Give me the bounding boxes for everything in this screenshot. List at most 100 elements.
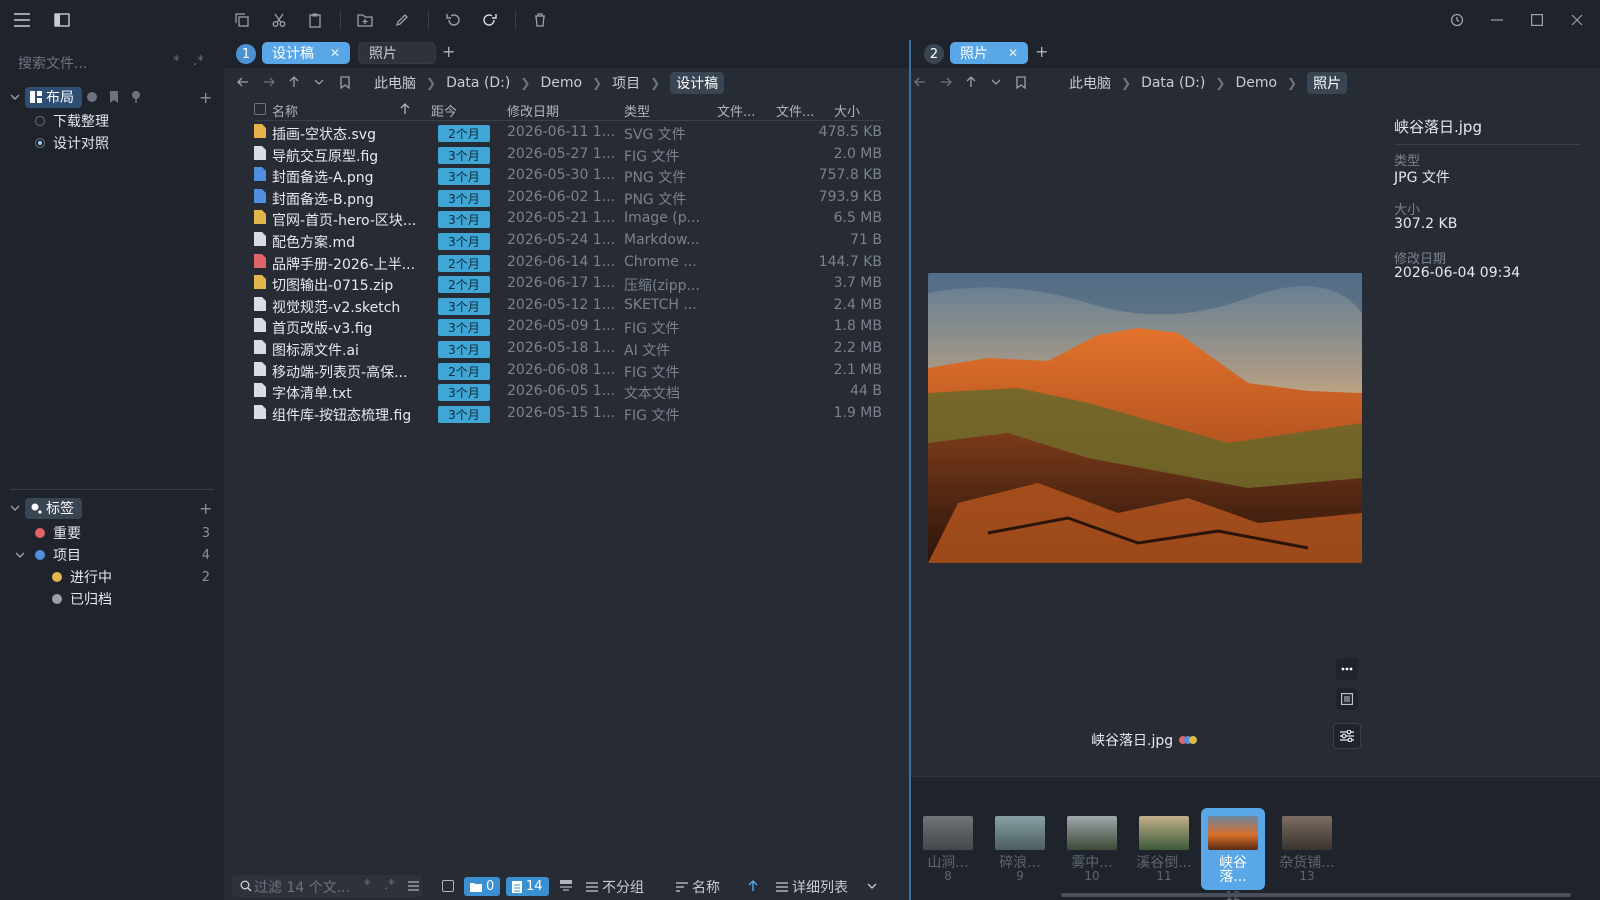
pin-icon[interactable] — [131, 91, 141, 103]
file-row[interactable]: 品牌手册-2026-上半... 2个月 2026-06-14 1... Chrome … — [224, 252, 909, 274]
tag-item[interactable]: 项目 4 — [0, 544, 224, 566]
delete-icon[interactable] — [530, 10, 550, 30]
tag-item[interactable]: 重要 3 — [0, 522, 224, 544]
layout-item[interactable]: 下载整理 — [0, 110, 224, 132]
more-options-icon[interactable] — [1336, 658, 1358, 680]
recent-icon[interactable] — [86, 91, 98, 103]
chevron-down-icon[interactable] — [867, 882, 877, 890]
history-icon[interactable] — [1447, 10, 1467, 30]
file-count-chip[interactable]: 14 — [506, 877, 549, 896]
select-toggle-checkbox[interactable] — [442, 880, 454, 892]
file-row[interactable]: 封面备选-B.png 3个月 2026-06-02 1... PNG 文件 793.9 … — [224, 187, 909, 209]
view-mode-button[interactable]: 详细列表 — [776, 877, 848, 897]
details-panel-icon[interactable] — [1336, 688, 1358, 710]
tag-item[interactable]: 进行中 2 — [0, 566, 224, 588]
file-row[interactable]: 首页改版-v3.fig 3个月 2026-05-09 1... FIG 文件 1.8 M… — [224, 316, 909, 338]
cut-icon[interactable] — [269, 10, 289, 30]
thumbnail-item[interactable]: 峡谷落...12 — [1201, 808, 1265, 900]
breadcrumb-current[interactable]: 照片 — [1307, 72, 1348, 94]
close-tab-icon[interactable]: ✕ — [1008, 46, 1018, 60]
redo-icon[interactable] — [480, 10, 500, 30]
bookmark-icon[interactable] — [109, 91, 119, 103]
panel-toggle-icon[interactable] — [560, 880, 572, 891]
thumbnail-item[interactable]: 山涧... 8 — [916, 816, 980, 882]
file-row[interactable]: 视觉规范-v2.sketch 3个月 2026-05-12 1... SKETCH .… — [224, 295, 909, 317]
breadcrumb-item[interactable]: Demo — [540, 75, 582, 91]
close-window-icon[interactable] — [1567, 10, 1587, 30]
bookmark-icon[interactable] — [336, 73, 354, 91]
back-icon[interactable] — [911, 73, 929, 91]
file-row[interactable]: 封面备选-A.png 3个月 2026-05-30 1... PNG 文件 757.8 … — [224, 165, 909, 187]
new-tab-icon[interactable]: + — [442, 42, 455, 61]
minimize-icon[interactable] — [1487, 10, 1507, 30]
maximize-icon[interactable] — [1527, 10, 1547, 30]
chevron-down-icon[interactable] — [15, 550, 25, 560]
layout-chip[interactable]: 布局 — [25, 86, 82, 108]
layout-item[interactable]: 设计对照 — [0, 132, 224, 154]
tags-chip[interactable]: 标签 — [25, 497, 82, 519]
column-header-type[interactable]: 类型 — [624, 101, 650, 120]
select-all-checkbox[interactable] — [254, 103, 266, 115]
file-row[interactable]: 导航交互原型.fig 3个月 2026-05-27 1... FIG 文件 2.0 MB — [224, 144, 909, 166]
filter-regex-toggle[interactable]: .* — [384, 878, 395, 893]
breadcrumb-item[interactable]: 此电脑 — [1069, 73, 1111, 93]
add-tag-icon[interactable]: + — [199, 499, 212, 518]
adjustments-icon[interactable] — [1333, 723, 1361, 749]
thumbnail-item[interactable]: 溪谷倒... 11 — [1132, 816, 1196, 882]
file-row[interactable]: 切图输出-0715.zip 2个月 2026-06-17 1... 压缩(zipp..… — [224, 273, 909, 295]
thumbnail-item[interactable]: 杂货铺... 13 — [1275, 816, 1339, 882]
breadcrumb-item[interactable]: 项目 — [612, 73, 640, 93]
filter-wildcard-toggle[interactable]: * — [364, 878, 371, 893]
breadcrumb-item[interactable]: Data (D:) — [1141, 75, 1205, 91]
group-by-button[interactable]: 不分组 — [586, 877, 644, 897]
forward-icon[interactable] — [937, 73, 955, 91]
rename-icon[interactable] — [392, 10, 412, 30]
column-header-size[interactable]: 大小 — [834, 101, 860, 120]
undo-icon[interactable] — [443, 10, 463, 30]
bookmark-icon[interactable] — [1012, 73, 1030, 91]
copy-icon[interactable] — [232, 10, 252, 30]
file-row[interactable]: 字体清单.txt 3个月 2026-06-05 1... 文本文档 44 B — [224, 381, 909, 403]
tab-photos[interactable]: 照片 — [358, 42, 436, 64]
chevron-down-icon[interactable] — [10, 503, 20, 513]
toggle-sidebar-icon[interactable] — [52, 10, 72, 30]
tags-section-header[interactable]: 标签 + — [0, 497, 224, 519]
close-tab-icon[interactable]: ✕ — [330, 46, 340, 60]
file-row[interactable]: 移动端-列表页-高保... 2个月 2026-06-08 1... FIG 文件 2.1… — [224, 360, 909, 382]
paste-icon[interactable] — [305, 10, 325, 30]
tab-design[interactable]: 设计稿 ✕ — [262, 42, 350, 64]
new-folder-icon[interactable] — [355, 10, 375, 30]
search-wildcard-toggle[interactable]: * — [173, 54, 180, 69]
column-header-file-a[interactable]: 文件... — [717, 101, 755, 120]
column-header-file-b[interactable]: 文件... — [776, 101, 814, 120]
tag-item[interactable]: 已归档 — [0, 588, 224, 610]
forward-icon[interactable] — [260, 73, 278, 91]
thumbnail-item[interactable]: 雾中... 10 — [1060, 816, 1124, 882]
layout-section-header[interactable]: 布局 + — [0, 86, 224, 108]
search-regex-toggle[interactable]: .* — [193, 54, 204, 69]
file-row[interactable]: 组件库-按钮态梳理.fig 3个月 2026-05-15 1... FIG 文件 1.9… — [224, 403, 909, 425]
breadcrumb-item[interactable]: Demo — [1235, 75, 1277, 91]
breadcrumb-item[interactable]: 此电脑 — [374, 73, 416, 93]
file-row[interactable]: 图标源文件.ai 3个月 2026-05-18 1... AI 文件 2.2 MB — [224, 338, 909, 360]
up-icon[interactable] — [285, 73, 303, 91]
sort-ascending-icon[interactable] — [400, 103, 410, 115]
history-dropdown-icon[interactable] — [987, 73, 1005, 91]
list-menu-icon[interactable] — [408, 881, 419, 891]
new-tab-icon[interactable]: + — [1035, 42, 1048, 61]
file-row[interactable]: 官网-首页-hero-区块... 3个月 2026-05-21 1... Image … — [224, 208, 909, 230]
file-row[interactable]: 插画-空状态.svg 2个月 2026-06-11 1... SVG 文件 478.5 … — [224, 122, 909, 144]
sort-by-button[interactable]: 名称 — [676, 877, 720, 897]
thumbnail-item[interactable]: 碎浪... 9 — [988, 816, 1052, 882]
back-icon[interactable] — [234, 73, 252, 91]
tab-photos[interactable]: 照片 ✕ — [950, 42, 1028, 64]
sort-direction-icon[interactable] — [748, 880, 758, 892]
menu-icon[interactable] — [12, 10, 32, 30]
photo-preview-image[interactable] — [928, 273, 1362, 563]
up-icon[interactable] — [962, 73, 980, 91]
column-header-age[interactable]: 距今 — [431, 101, 457, 120]
history-dropdown-icon[interactable] — [310, 73, 328, 91]
sidebar-search-input[interactable]: 搜索文件... — [18, 53, 87, 73]
breadcrumb-item[interactable]: Data (D:) — [446, 75, 510, 91]
horizontal-scrollbar[interactable] — [1061, 893, 1571, 897]
